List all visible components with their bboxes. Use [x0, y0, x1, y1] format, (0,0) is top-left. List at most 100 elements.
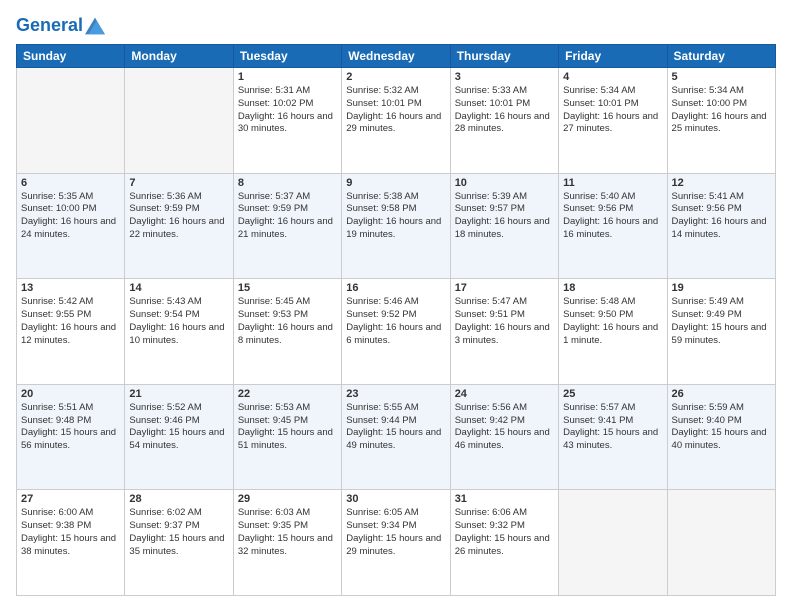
col-wednesday: Wednesday [342, 45, 450, 68]
sunrise-text: Sunrise: 5:59 AM [672, 402, 771, 415]
day-number: 17 [455, 282, 554, 294]
day-cell: 23Sunrise: 5:55 AMSunset: 9:44 PMDayligh… [342, 384, 450, 490]
day-number: 27 [21, 493, 120, 505]
sunrise-text: Sunrise: 5:37 AM [238, 191, 337, 204]
sunset-text: Sunset: 10:00 PM [21, 203, 120, 216]
col-thursday: Thursday [450, 45, 558, 68]
day-number: 15 [238, 282, 337, 294]
daylight-text: Daylight: 16 hours and 18 minutes. [455, 216, 554, 242]
day-cell: 30Sunrise: 6:05 AMSunset: 9:34 PMDayligh… [342, 490, 450, 596]
sunset-text: Sunset: 9:38 PM [21, 520, 120, 533]
daylight-text: Daylight: 16 hours and 22 minutes. [129, 216, 228, 242]
day-number: 13 [21, 282, 120, 294]
sunset-text: Sunset: 9:56 PM [672, 203, 771, 216]
daylight-text: Daylight: 16 hours and 6 minutes. [346, 322, 445, 348]
day-cell: 29Sunrise: 6:03 AMSunset: 9:35 PMDayligh… [233, 490, 341, 596]
day-number: 31 [455, 493, 554, 505]
daylight-text: Daylight: 16 hours and 8 minutes. [238, 322, 337, 348]
sunset-text: Sunset: 9:37 PM [129, 520, 228, 533]
daylight-text: Daylight: 16 hours and 1 minute. [563, 322, 662, 348]
day-number: 5 [672, 71, 771, 83]
daylight-text: Daylight: 15 hours and 54 minutes. [129, 427, 228, 453]
day-number: 10 [455, 177, 554, 189]
sunset-text: Sunset: 9:59 PM [129, 203, 228, 216]
sunset-text: Sunset: 10:00 PM [672, 98, 771, 111]
day-cell: 17Sunrise: 5:47 AMSunset: 9:51 PMDayligh… [450, 279, 558, 385]
daylight-text: Daylight: 15 hours and 51 minutes. [238, 427, 337, 453]
day-cell: 28Sunrise: 6:02 AMSunset: 9:37 PMDayligh… [125, 490, 233, 596]
sunset-text: Sunset: 10:02 PM [238, 98, 337, 111]
sunrise-text: Sunrise: 5:34 AM [563, 85, 662, 98]
sunset-text: Sunset: 9:32 PM [455, 520, 554, 533]
sunrise-text: Sunrise: 5:48 AM [563, 296, 662, 309]
day-cell: 2Sunrise: 5:32 AMSunset: 10:01 PMDayligh… [342, 68, 450, 174]
day-cell: 19Sunrise: 5:49 AMSunset: 9:49 PMDayligh… [667, 279, 775, 385]
sunrise-text: Sunrise: 5:43 AM [129, 296, 228, 309]
sunset-text: Sunset: 9:45 PM [238, 415, 337, 428]
col-tuesday: Tuesday [233, 45, 341, 68]
sunrise-text: Sunrise: 6:02 AM [129, 507, 228, 520]
day-cell: 4Sunrise: 5:34 AMSunset: 10:01 PMDayligh… [559, 68, 667, 174]
sunset-text: Sunset: 9:40 PM [672, 415, 771, 428]
sunset-text: Sunset: 10:01 PM [563, 98, 662, 111]
day-cell: 27Sunrise: 6:00 AMSunset: 9:38 PMDayligh… [17, 490, 125, 596]
col-friday: Friday [559, 45, 667, 68]
sunset-text: Sunset: 9:59 PM [238, 203, 337, 216]
week-row-4: 27Sunrise: 6:00 AMSunset: 9:38 PMDayligh… [17, 490, 776, 596]
sunset-text: Sunset: 9:55 PM [21, 309, 120, 322]
sunrise-text: Sunrise: 5:55 AM [346, 402, 445, 415]
sunrise-text: Sunrise: 5:45 AM [238, 296, 337, 309]
day-number: 9 [346, 177, 445, 189]
sunset-text: Sunset: 9:44 PM [346, 415, 445, 428]
header-row: Sunday Monday Tuesday Wednesday Thursday… [17, 45, 776, 68]
sunset-text: Sunset: 10:01 PM [346, 98, 445, 111]
sunrise-text: Sunrise: 5:41 AM [672, 191, 771, 204]
day-number: 19 [672, 282, 771, 294]
day-cell [667, 490, 775, 596]
sunrise-text: Sunrise: 5:38 AM [346, 191, 445, 204]
day-number: 21 [129, 388, 228, 400]
daylight-text: Daylight: 15 hours and 49 minutes. [346, 427, 445, 453]
calendar: Sunday Monday Tuesday Wednesday Thursday… [16, 44, 776, 596]
daylight-text: Daylight: 16 hours and 29 minutes. [346, 111, 445, 137]
daylight-text: Daylight: 15 hours and 26 minutes. [455, 533, 554, 559]
week-row-2: 13Sunrise: 5:42 AMSunset: 9:55 PMDayligh… [17, 279, 776, 385]
sunset-text: Sunset: 9:41 PM [563, 415, 662, 428]
day-cell: 1Sunrise: 5:31 AMSunset: 10:02 PMDayligh… [233, 68, 341, 174]
day-cell: 11Sunrise: 5:40 AMSunset: 9:56 PMDayligh… [559, 173, 667, 279]
col-sunday: Sunday [17, 45, 125, 68]
daylight-text: Daylight: 16 hours and 14 minutes. [672, 216, 771, 242]
day-number: 22 [238, 388, 337, 400]
day-number: 29 [238, 493, 337, 505]
day-number: 20 [21, 388, 120, 400]
sunset-text: Sunset: 9:48 PM [21, 415, 120, 428]
daylight-text: Daylight: 16 hours and 27 minutes. [563, 111, 662, 137]
day-number: 11 [563, 177, 662, 189]
day-number: 30 [346, 493, 445, 505]
sunset-text: Sunset: 9:56 PM [563, 203, 662, 216]
week-row-3: 20Sunrise: 5:51 AMSunset: 9:48 PMDayligh… [17, 384, 776, 490]
day-cell: 15 Sunrise: 5:45 AMSunset: 9:53 PMDayligh… [233, 279, 341, 385]
day-cell: 6Sunrise: 5:35 AMSunset: 10:00 PMDayligh… [17, 173, 125, 279]
sunset-text: Sunset: 9:34 PM [346, 520, 445, 533]
col-saturday: Saturday [667, 45, 775, 68]
day-cell: 14Sunrise: 5:43 AMSunset: 9:54 PMDayligh… [125, 279, 233, 385]
sunset-text: Sunset: 9:52 PM [346, 309, 445, 322]
sunrise-text: Sunrise: 5:39 AM [455, 191, 554, 204]
sunset-text: Sunset: 9:53 PM [238, 309, 337, 322]
sunset-text: Sunset: 9:54 PM [129, 309, 228, 322]
logo-text: General [16, 16, 83, 36]
daylight-text: Daylight: 15 hours and 43 minutes. [563, 427, 662, 453]
day-cell: 12Sunrise: 5:41 AMSunset: 9:56 PMDayligh… [667, 173, 775, 279]
day-cell: 8Sunrise: 5:37 AMSunset: 9:59 PMDaylight… [233, 173, 341, 279]
day-number: 25 [563, 388, 662, 400]
sunrise-text: Sunrise: 5:53 AM [238, 402, 337, 415]
header: General [16, 16, 776, 36]
daylight-text: Daylight: 16 hours and 25 minutes. [672, 111, 771, 137]
day-cell: 3Sunrise: 5:33 AMSunset: 10:01 PMDayligh… [450, 68, 558, 174]
sunrise-text: Sunrise: 5:36 AM [129, 191, 228, 204]
day-cell [559, 490, 667, 596]
daylight-text: Daylight: 16 hours and 24 minutes. [21, 216, 120, 242]
daylight-text: Daylight: 15 hours and 59 minutes. [672, 322, 771, 348]
logo: General [16, 16, 105, 36]
